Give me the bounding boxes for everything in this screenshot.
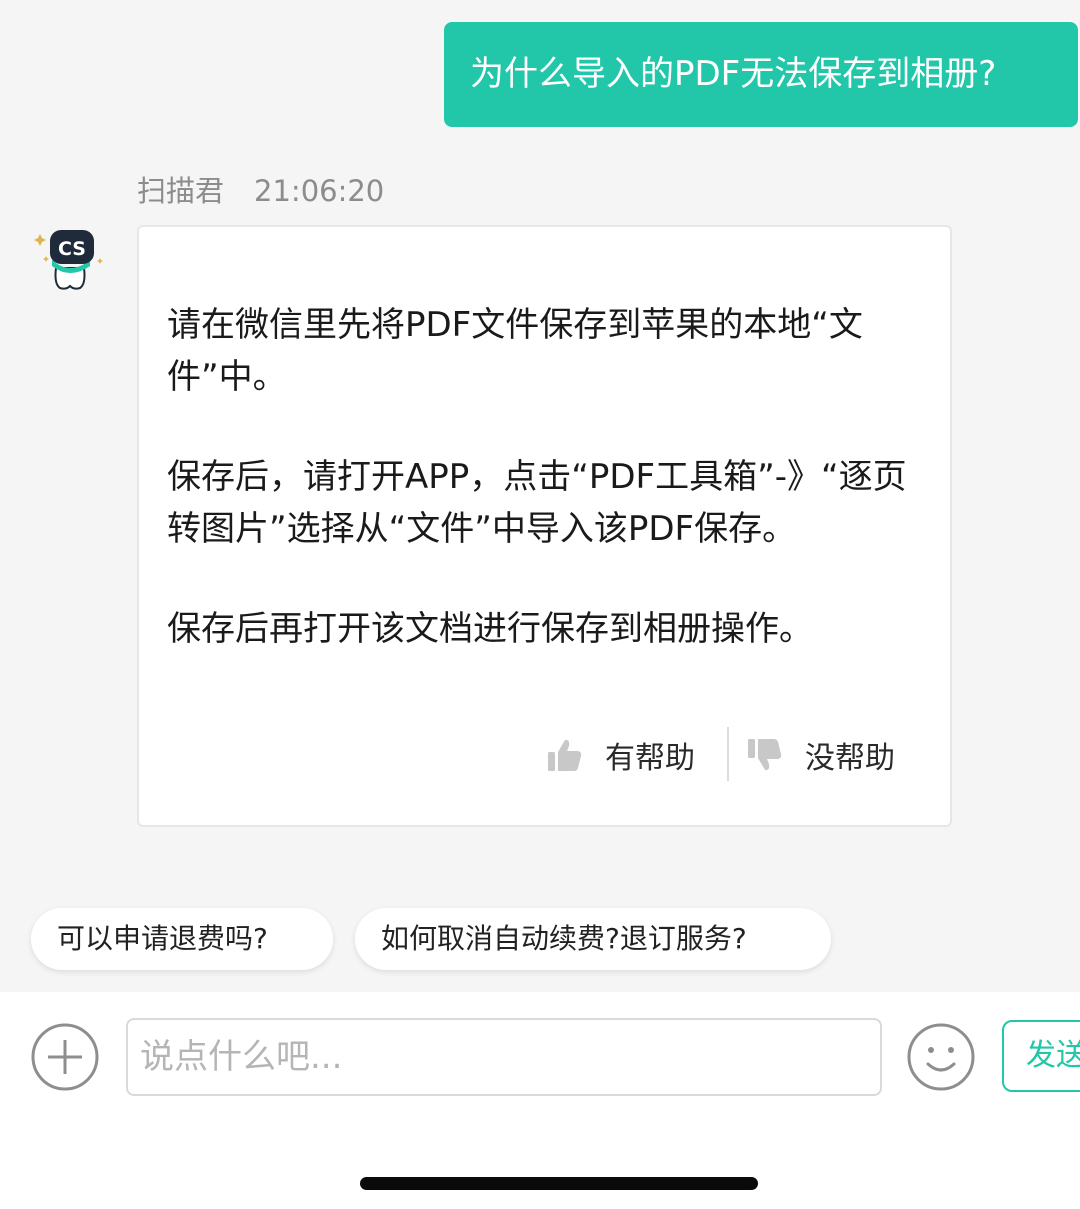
unhelpful-label: 没帮助: [805, 741, 895, 776]
user-message-text: 为什么导入的PDF无法保存到相册?: [470, 54, 997, 94]
smiley-icon: [907, 1023, 975, 1091]
emoji-button[interactable]: [906, 1022, 976, 1092]
thumbs-down-icon: [748, 739, 782, 771]
bot-sender-name: 扫描君: [137, 174, 225, 208]
user-message-bubble: 为什么导入的PDF无法保存到相册?: [444, 22, 1078, 127]
chat-area: 为什么导入的PDF无法保存到相册? 扫描君 21:06:20 CS 请在微信里先将…: [0, 0, 1080, 992]
bot-avatar-text: CS: [58, 238, 86, 260]
helpful-label: 有帮助: [605, 741, 695, 776]
helpful-button[interactable]: 有帮助: [547, 727, 695, 783]
feedback-bar: 有帮助 没帮助: [547, 727, 927, 783]
plus-circle-icon: [31, 1023, 99, 1091]
bot-avatar: CS: [34, 224, 110, 294]
unhelpful-button[interactable]: 没帮助: [747, 727, 895, 783]
feedback-divider: [727, 727, 729, 781]
bot-paragraph: 保存后，请打开APP，点击“PDF工具箱”-》“逐页转图片”选择从“文件”中导入…: [167, 457, 907, 549]
more-button[interactable]: [30, 1022, 100, 1092]
bot-sender-meta: 扫描君 21:06:20: [137, 168, 384, 210]
suggestion-chip-cancel-renewal[interactable]: 如何取消自动续费?退订服务?: [355, 908, 831, 970]
home-indicator[interactable]: [360, 1177, 758, 1190]
bot-avatar-mascot-icon: CS: [34, 230, 103, 290]
suggestion-chip-refund[interactable]: 可以申请退费吗?: [31, 908, 333, 970]
send-button[interactable]: 发送: [1002, 1020, 1080, 1092]
bot-message-time: 21:06:20: [254, 174, 385, 208]
message-input[interactable]: [126, 1018, 882, 1096]
bot-paragraph: 请在微信里先将PDF文件保存到苹果的本地“文件”中。: [167, 305, 863, 397]
bot-message-text: 请在微信里先将PDF文件保存到苹果的本地“文件”中。 保存后，请打开APP，点击…: [167, 299, 927, 703]
bot-message-card: 请在微信里先将PDF文件保存到苹果的本地“文件”中。 保存后，请打开APP，点击…: [137, 225, 952, 827]
thumbs-up-icon: [548, 739, 582, 771]
bot-paragraph: 保存后再打开该文档进行保存到相册操作。: [167, 609, 813, 649]
